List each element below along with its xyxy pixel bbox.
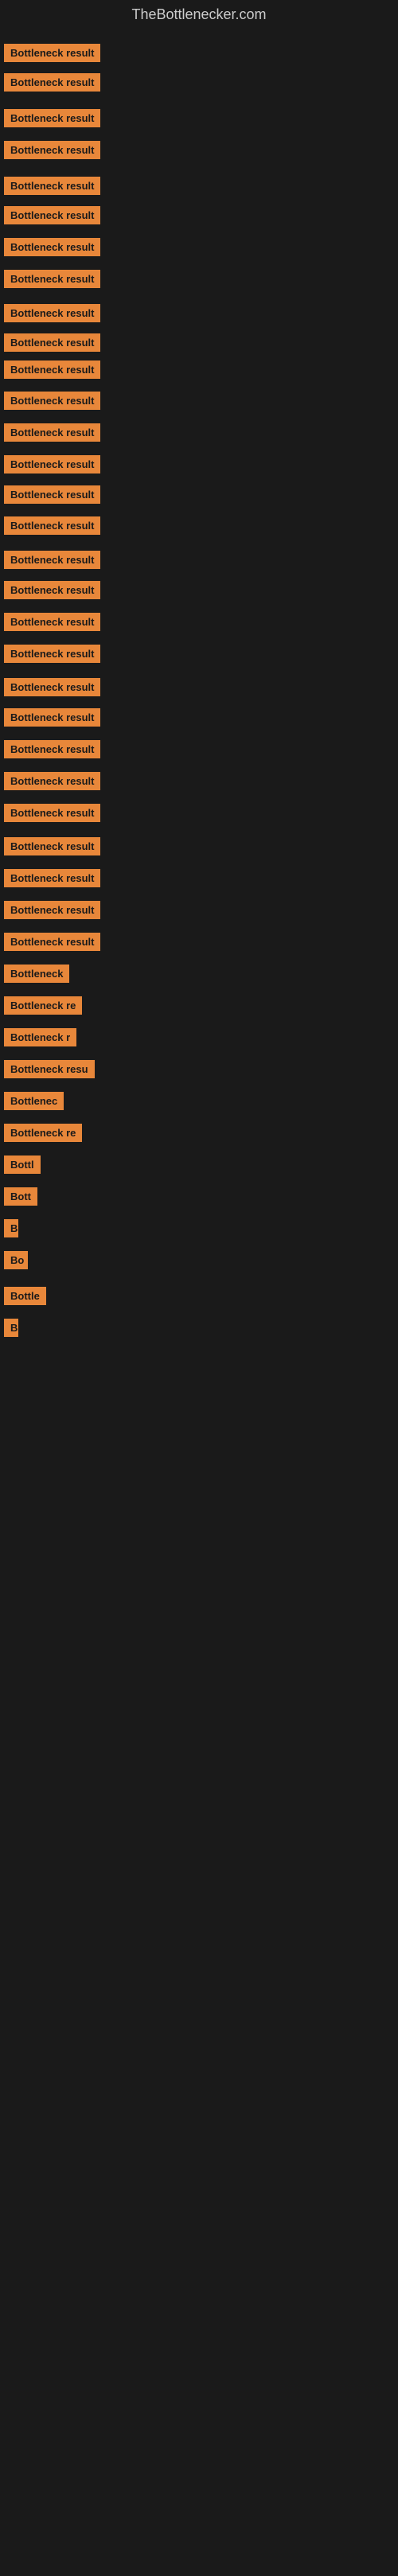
bottleneck-label: Bott	[4, 1187, 37, 1206]
bottleneck-item: Bottleneck result	[4, 206, 100, 228]
bottleneck-label: Bottleneck result	[4, 740, 100, 758]
bottleneck-label: Bottleneck result	[4, 360, 100, 379]
bottleneck-label: Bottleneck result	[4, 141, 100, 159]
bottleneck-item: Bottleneck result	[4, 455, 100, 477]
bottleneck-label: Bottleneck r	[4, 1028, 76, 1046]
bottleneck-label: Bottleneck result	[4, 901, 100, 919]
bottleneck-label: Bottleneck result	[4, 933, 100, 951]
bottleneck-item: Bottleneck result	[4, 901, 100, 923]
bottleneck-item: Bottleneck result	[4, 333, 100, 356]
bottleneck-label: Bottleneck result	[4, 804, 100, 822]
bottleneck-label: Bottlenec	[4, 1092, 64, 1110]
bottleneck-label: Bottleneck result	[4, 333, 100, 352]
bottleneck-item: Bottleneck result	[4, 708, 100, 731]
bottleneck-label: Bottleneck result	[4, 238, 100, 256]
bottleneck-label: Bottleneck result	[4, 109, 100, 127]
bottleneck-label: Bottleneck result	[4, 678, 100, 696]
bottleneck-label: Bottle	[4, 1287, 46, 1305]
bottleneck-label: Bottleneck result	[4, 206, 100, 224]
bottleneck-label: Bottl	[4, 1155, 41, 1174]
bottleneck-label: Bottleneck result	[4, 304, 100, 322]
bottleneck-label: B	[4, 1319, 18, 1337]
bottleneck-item: Bottleneck result	[4, 109, 100, 131]
bottleneck-item: Bottleneck re	[4, 996, 82, 1019]
bottleneck-label: Bottleneck result	[4, 708, 100, 727]
bottleneck-item: Bottleneck result	[4, 141, 100, 163]
page-wrapper: TheBottlenecker.com Bottleneck resultBot…	[0, 0, 398, 2576]
bottleneck-item: Bottl	[4, 1155, 41, 1178]
bottleneck-item: Bottleneck result	[4, 270, 100, 292]
bottleneck-item: Bottleneck result	[4, 423, 100, 446]
bottleneck-label: Bottleneck re	[4, 1124, 82, 1142]
bottleneck-item: Bottleneck result	[4, 645, 100, 667]
bottleneck-label: Bottleneck result	[4, 772, 100, 790]
bottleneck-label: Bottleneck	[4, 965, 69, 983]
bottleneck-item: Bottleneck result	[4, 516, 100, 539]
bottleneck-label: Bottleneck result	[4, 613, 100, 631]
bottleneck-items-container: Bottleneck result Bottleneck result Bottle…	[0, 29, 398, 2576]
bottleneck-item: Bottleneck result	[4, 613, 100, 635]
bottleneck-label: Bottleneck result	[4, 455, 100, 474]
bottleneck-label: Bottleneck result	[4, 837, 100, 855]
bottleneck-item: Bottlenec	[4, 1092, 64, 1114]
bottleneck-label: Bottleneck result	[4, 869, 100, 887]
bottleneck-label: Bottleneck resu	[4, 1060, 95, 1078]
bottleneck-item: Bottleneck result	[4, 740, 100, 762]
site-title: TheBottlenecker.com	[0, 0, 398, 29]
bottleneck-item: Bottleneck result	[4, 869, 100, 891]
bottleneck-item: B	[4, 1219, 18, 1241]
bottleneck-item: Bottleneck result	[4, 837, 100, 859]
bottleneck-item: Bottleneck result	[4, 772, 100, 794]
bottleneck-label: B	[4, 1219, 18, 1237]
bottleneck-item: Bott	[4, 1187, 37, 1210]
bottleneck-label: Bottleneck result	[4, 485, 100, 504]
bottleneck-item: Bo	[4, 1251, 28, 1273]
bottleneck-item: Bottleneck result	[4, 177, 100, 199]
bottleneck-label: Bottleneck result	[4, 73, 100, 92]
bottleneck-label: Bottleneck result	[4, 516, 100, 535]
bottleneck-label: Bottleneck re	[4, 996, 82, 1015]
bottleneck-label: Bottleneck result	[4, 581, 100, 599]
bottleneck-item: Bottleneck result	[4, 581, 100, 603]
bottleneck-item: Bottle	[4, 1287, 46, 1309]
bottleneck-label: Bottleneck result	[4, 392, 100, 410]
bottleneck-item: Bottleneck r	[4, 1028, 76, 1050]
bottleneck-item: Bottleneck	[4, 965, 69, 987]
bottleneck-item: Bottleneck result	[4, 933, 100, 955]
bottleneck-item: Bottleneck result	[4, 304, 100, 326]
bottleneck-label: Bottleneck result	[4, 423, 100, 442]
bottleneck-label: Bottleneck result	[4, 44, 100, 62]
bottleneck-label: Bottleneck result	[4, 270, 100, 288]
bottleneck-item: Bottleneck result	[4, 485, 100, 508]
bottleneck-label: Bottleneck result	[4, 551, 100, 569]
bottleneck-item: Bottleneck result	[4, 238, 100, 260]
bottleneck-item: Bottleneck result	[4, 804, 100, 826]
bottleneck-label: Bo	[4, 1251, 28, 1269]
bottleneck-label: Bottleneck result	[4, 645, 100, 663]
bottleneck-label: Bottleneck result	[4, 177, 100, 195]
bottleneck-item: Bottleneck resu	[4, 1060, 95, 1082]
bottleneck-item: Bottleneck result	[4, 360, 100, 383]
bottleneck-item: Bottleneck result	[4, 678, 100, 700]
bottleneck-item: Bottleneck result	[4, 551, 100, 573]
bottleneck-item: Bottleneck result	[4, 73, 100, 95]
bottleneck-item: Bottleneck result	[4, 392, 100, 414]
bottleneck-item: B	[4, 1319, 18, 1341]
bottleneck-item: Bottleneck re	[4, 1124, 82, 1146]
bottleneck-item: Bottleneck result	[4, 44, 100, 66]
